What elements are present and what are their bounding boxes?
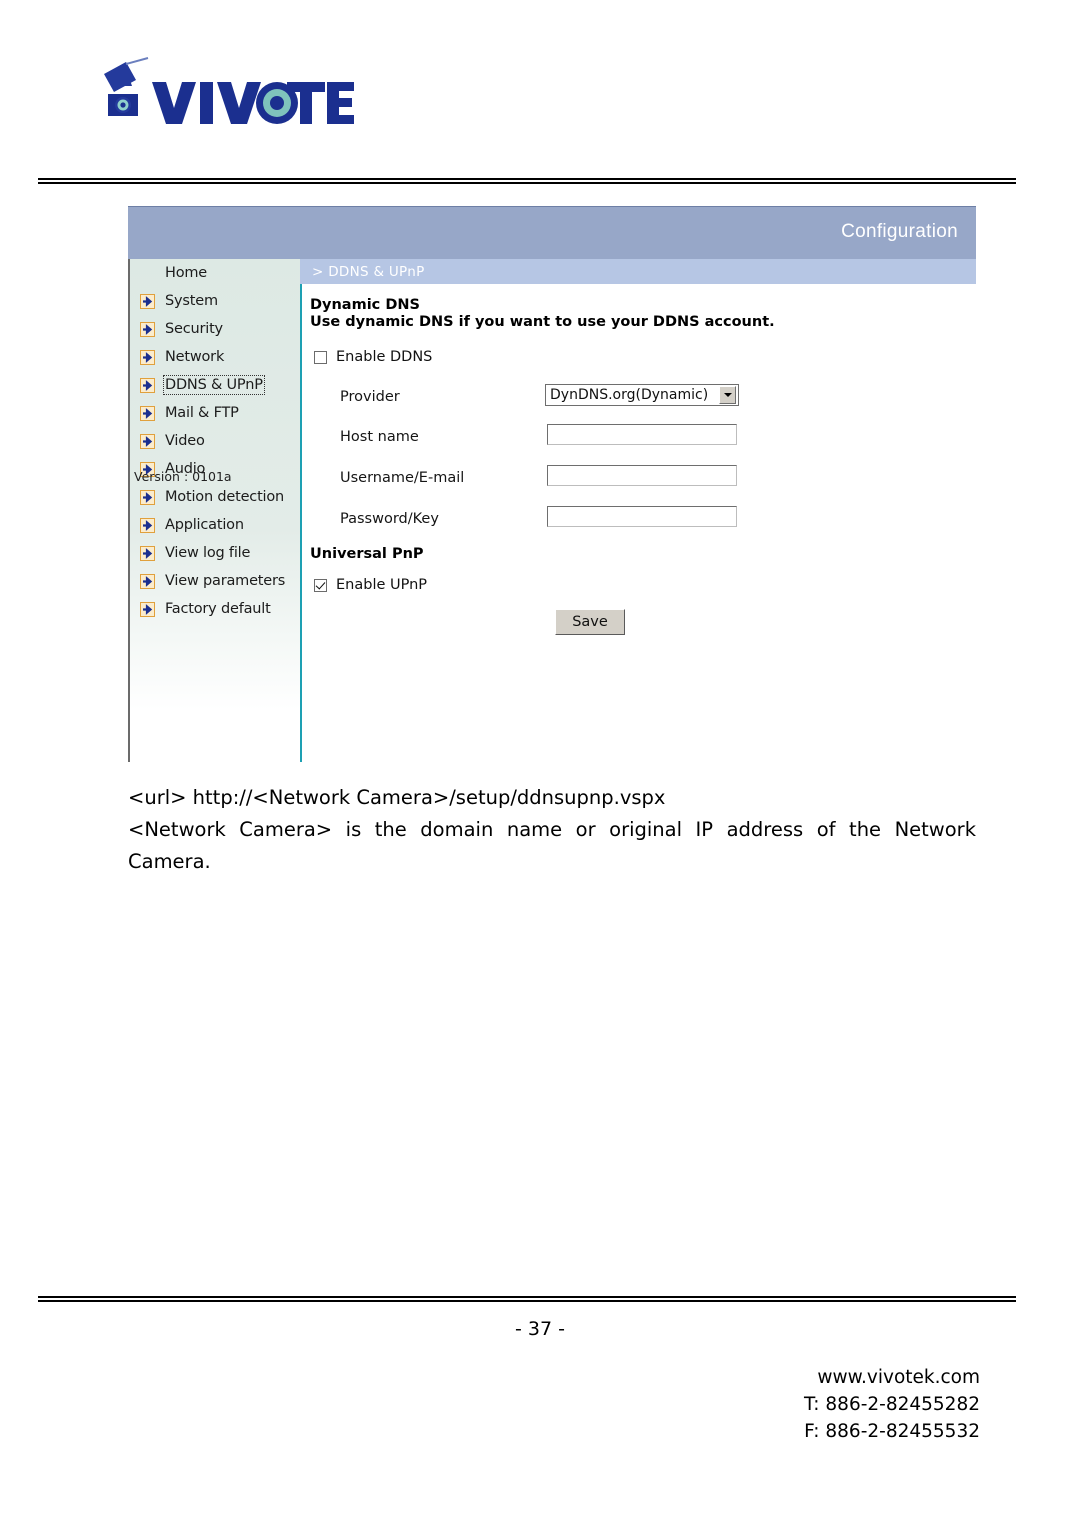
sidebar: Home System Security Network DDNS & UPnP… <box>128 259 300 710</box>
enable-ddns-label: Enable DDNS <box>336 349 433 365</box>
sidebar-menu: Home System Security Network DDNS & UPnP… <box>130 259 302 623</box>
network-camera-description: <Network Camera> is the domain name or o… <box>128 818 976 873</box>
firmware-version-label: Version : 0101a <box>134 469 232 484</box>
arrow-icon <box>140 321 155 337</box>
username-row: Username/E-mail <box>340 465 970 497</box>
vivotek-logo-svg <box>104 57 354 124</box>
vivotek-wordmark <box>152 82 354 124</box>
panel-header: Configuration <box>128 206 976 259</box>
page-number: - 37 - <box>515 1318 565 1340</box>
chevron-down-icon[interactable] <box>719 386 736 404</box>
sidebar-item-label: Mail & FTP <box>165 405 239 421</box>
document-body: <url> http://<Network Camera>/setup/ddns… <box>128 782 976 878</box>
hostname-input[interactable] <box>547 424 737 445</box>
hostname-label: Host name <box>340 429 419 445</box>
sidebar-item-label: Motion detection <box>165 489 285 505</box>
sidebar-item-system[interactable]: System <box>130 287 302 315</box>
vivotek-camera-icon <box>104 57 149 116</box>
save-button[interactable]: Save <box>555 609 625 635</box>
hostname-row: Host name <box>340 424 970 456</box>
sidebar-item-label: Network <box>165 349 225 365</box>
fax-number: F: 886-2-82455532 <box>804 1421 980 1442</box>
arrow-icon <box>140 573 155 589</box>
provider-selected-value: DynDNS.org(Dynamic) <box>550 387 709 403</box>
sidebar-item-motion-detection[interactable]: Motion detection <box>130 483 302 511</box>
enable-ddns-checkbox[interactable] <box>314 350 327 364</box>
sidebar-item-label: DDNS & UPnP <box>163 375 265 395</box>
sidebar-item-ddns-upnp[interactable]: DDNS & UPnP <box>130 371 302 399</box>
sidebar-item-factory-default[interactable]: Factory default <box>130 595 302 623</box>
enable-upnp-row[interactable]: Enable UPnP <box>314 577 427 593</box>
sidebar-item-home[interactable]: Home <box>130 259 302 287</box>
settings-form: Dynamic DNS Use dynamic DNS if you want … <box>300 284 976 762</box>
password-input[interactable] <box>547 506 737 527</box>
password-row: Password/Key <box>340 506 970 538</box>
sidebar-item-security[interactable]: Security <box>130 315 302 343</box>
sidebar-item-view-parameters[interactable]: View parameters <box>130 567 302 595</box>
username-label: Username/E-mail <box>340 470 465 486</box>
rule-line-2 <box>38 182 1016 184</box>
provider-select[interactable]: DynDNS.org(Dynamic) <box>545 384 739 406</box>
url-line: <url> http://<Network Camera>/setup/ddns… <box>128 786 666 809</box>
vivotek-logo <box>96 52 356 132</box>
page-title: Configuration <box>841 221 958 242</box>
website-url: www.vivotek.com <box>817 1367 980 1388</box>
top-divider <box>38 178 1016 184</box>
footer-contact: www.vivotek.com T: 886-2-82455282 F: 886… <box>804 1364 980 1445</box>
bottom-divider <box>38 1296 1016 1302</box>
phone-number: T: 886-2-82455282 <box>804 1394 980 1415</box>
sidebar-item-label: Application <box>165 517 244 533</box>
sidebar-item-label: Video <box>165 433 205 449</box>
arrow-icon <box>140 405 155 421</box>
sidebar-item-label: View log file <box>165 545 251 561</box>
arrow-icon <box>140 349 155 365</box>
enable-upnp-checkbox[interactable] <box>314 578 327 592</box>
sidebar-border-extension <box>128 710 130 762</box>
sidebar-item-mail-ftp[interactable]: Mail & FTP <box>130 399 302 427</box>
configuration-panel: Configuration Home System Security Netwo… <box>128 206 976 762</box>
sidebar-item-label: Factory default <box>165 601 271 617</box>
arrow-icon <box>140 517 155 533</box>
arrow-icon <box>140 293 155 309</box>
username-input[interactable] <box>547 465 737 486</box>
sidebar-item-label: Security <box>165 321 223 337</box>
arrow-icon <box>140 601 155 617</box>
sidebar-item-network[interactable]: Network <box>130 343 302 371</box>
dynamic-dns-section-description: Use dynamic DNS if you want to use your … <box>310 314 775 330</box>
arrow-icon <box>140 489 155 505</box>
sidebar-item-application[interactable]: Application <box>130 511 302 539</box>
arrow-icon <box>140 433 155 449</box>
sidebar-item-label: System <box>165 293 218 309</box>
breadcrumb: > DDNS & UPnP <box>300 259 976 284</box>
enable-upnp-label: Enable UPnP <box>336 577 428 593</box>
content-area: > DDNS & UPnP Dynamic DNS Use dynamic DN… <box>300 259 976 762</box>
provider-label: Provider <box>340 389 400 405</box>
provider-row: Provider DynDNS.org(Dynamic) <box>340 384 970 416</box>
enable-ddns-row[interactable]: Enable DDNS <box>314 349 432 365</box>
sidebar-item-view-log-file[interactable]: View log file <box>130 539 302 567</box>
sidebar-item-label: Home <box>165 265 208 281</box>
dynamic-dns-section-title: Dynamic DNS <box>310 297 420 313</box>
rule-line-2 <box>38 1300 1016 1302</box>
sidebar-item-label: View parameters <box>165 573 286 589</box>
universal-pnp-section-title: Universal PnP <box>310 546 424 562</box>
password-label: Password/Key <box>340 511 439 527</box>
arrow-icon <box>140 545 155 561</box>
sidebar-item-video[interactable]: Video <box>130 427 302 455</box>
arrow-icon <box>140 377 155 393</box>
